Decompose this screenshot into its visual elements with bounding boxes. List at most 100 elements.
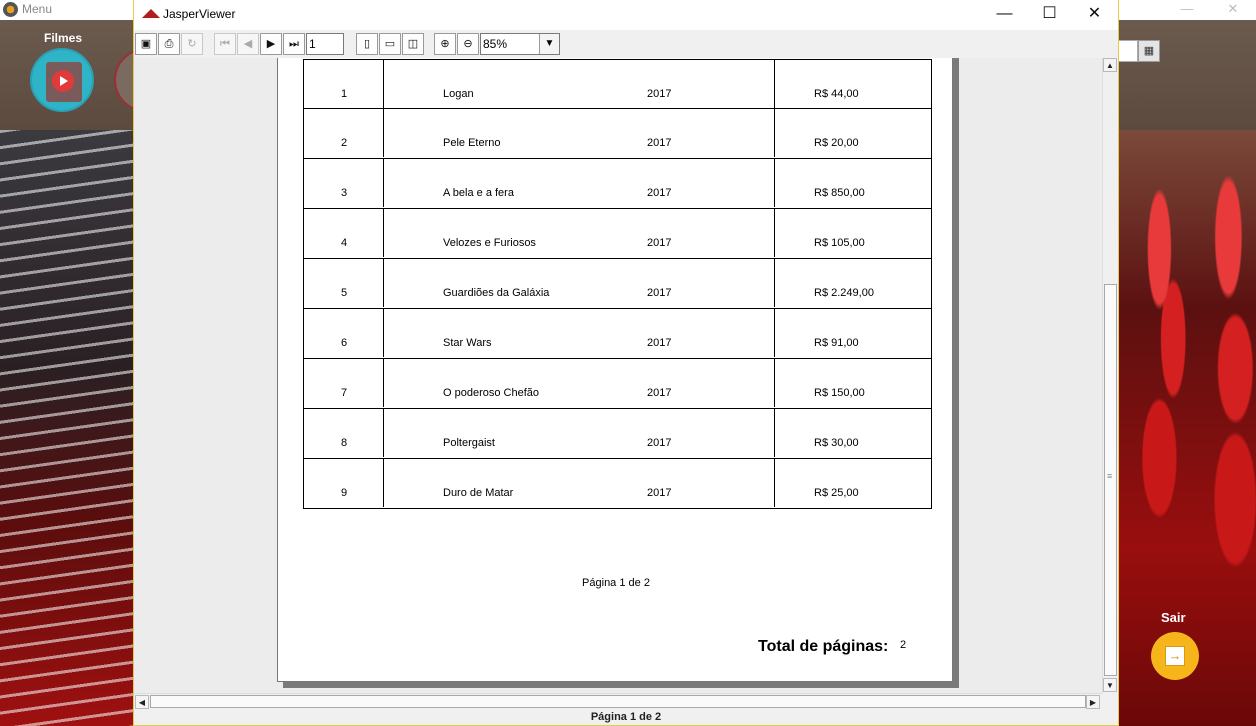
- column-divider: [383, 109, 384, 157]
- column-divider: [383, 359, 384, 407]
- jasperviewer-titlebar: JasperViewer — ☐ ✕: [134, 0, 1118, 30]
- column-divider: [774, 309, 775, 357]
- cell-number: 3: [341, 187, 348, 199]
- exit-arrow-icon: →: [1165, 646, 1185, 666]
- print-icon[interactable]: ⎙: [158, 33, 180, 55]
- minimize-button[interactable]: —: [982, 0, 1027, 30]
- save-icon[interactable]: ▣: [135, 33, 157, 55]
- table-row: 7 O poderoso Chefão 2017 R$ 150,00: [303, 359, 932, 409]
- table-row: 4 Velozes e Furiosos 2017 R$ 105,00: [303, 209, 932, 259]
- table-row: 3 A bela e a fera 2017 R$ 850,00: [303, 159, 932, 209]
- zoom-value: 85%: [483, 37, 508, 51]
- zoom-select[interactable]: 85% ▼: [480, 33, 560, 55]
- table-row: 1 Logan 2017 R$ 44,00: [303, 59, 932, 109]
- window-title: JasperViewer: [163, 7, 236, 21]
- table-row: 5 Guardiões da Galáxia 2017 R$ 2.249,00: [303, 259, 932, 309]
- cell-number: 5: [341, 287, 348, 299]
- column-divider: [774, 459, 775, 507]
- cell-year: 2017: [647, 437, 672, 449]
- cell-number: 9: [341, 487, 348, 499]
- sair-label: Sair: [1161, 610, 1186, 625]
- cell-price: R$ 44,00: [814, 88, 859, 100]
- scroll-left-icon[interactable]: ◀: [135, 695, 149, 709]
- cell-year: 2017: [647, 387, 672, 399]
- movies-table: 1 Logan 2017 R$ 44,00 2 Pele Eterno 2017 R$ 20,…: [303, 59, 932, 509]
- column-divider: [383, 459, 384, 507]
- previous-page-icon[interactable]: ◀: [237, 33, 259, 55]
- horizontal-scrollbar[interactable]: ◀ ▶: [134, 693, 1102, 709]
- column-divider: [774, 409, 775, 457]
- column-divider: [774, 359, 775, 407]
- minimize-icon[interactable]: —: [1164, 0, 1210, 20]
- actual-size-icon[interactable]: ▯: [356, 33, 378, 55]
- cell-title: Duro de Matar: [443, 487, 514, 499]
- column-divider: [383, 60, 384, 108]
- cinema-seats-background-left: [0, 130, 134, 726]
- vertical-scroll-thumb[interactable]: [1104, 284, 1117, 676]
- close-icon[interactable]: ✕: [1210, 0, 1256, 20]
- cell-title: A bela e a fera: [443, 187, 514, 199]
- cell-title: Guardiões da Galáxia: [443, 287, 550, 299]
- cell-price: R$ 2.249,00: [814, 287, 874, 299]
- page-number-input[interactable]: [306, 33, 344, 55]
- report-viewport[interactable]: 1 Logan 2017 R$ 44,00 2 Pele Eterno 2017 R$ 20,…: [134, 58, 1102, 693]
- chevron-down-icon[interactable]: ▼: [539, 34, 559, 54]
- first-page-icon[interactable]: ⏮: [214, 33, 236, 55]
- cell-year: 2017: [647, 187, 672, 199]
- cell-price: R$ 150,00: [814, 387, 865, 399]
- cell-title: Star Wars: [443, 337, 492, 349]
- report-page: 1 Logan 2017 R$ 44,00 2 Pele Eterno 2017 R$ 20,…: [277, 58, 953, 682]
- table-row: 6 Star Wars 2017 R$ 91,00: [303, 309, 932, 359]
- fit-width-icon[interactable]: ◫: [402, 33, 424, 55]
- cell-year: 2017: [647, 287, 672, 299]
- reload-icon[interactable]: ↻: [181, 33, 203, 55]
- fit-page-icon[interactable]: ▭: [379, 33, 401, 55]
- cell-year: 2017: [647, 237, 672, 249]
- status-bar: Página 1 de 2: [590, 711, 662, 723]
- table-row: 2 Pele Eterno 2017 R$ 20,00: [303, 109, 932, 159]
- table-row: 9 Duro de Matar 2017 R$ 25,00: [303, 459, 932, 509]
- cell-year: 2017: [647, 337, 672, 349]
- column-divider: [383, 159, 384, 207]
- column-divider: [774, 159, 775, 207]
- column-divider: [774, 259, 775, 307]
- cell-title: Pele Eterno: [443, 137, 501, 149]
- viewer-toolbar: ▣ ⎙ ↻ ⏮ ◀ ▶ ⏭ ▯ ▭ ◫ ⊕ ⊖ 85% ▼: [134, 30, 1118, 58]
- zoom-in-icon[interactable]: ⊕: [434, 33, 456, 55]
- column-divider: [383, 209, 384, 257]
- total-pages-value: 2: [900, 639, 907, 651]
- table-row: 8 Poltergaist 2017 R$ 30,00: [303, 409, 932, 459]
- close-button[interactable]: ✕: [1072, 0, 1117, 30]
- date-field[interactable]: [1118, 40, 1138, 62]
- calendar-icon[interactable]: ▦: [1138, 40, 1160, 62]
- zoom-out-icon[interactable]: ⊖: [457, 33, 479, 55]
- page-footer: Página 1 de 2: [582, 577, 650, 589]
- horizontal-scroll-thumb[interactable]: [150, 695, 1086, 708]
- next-page-icon[interactable]: ▶: [260, 33, 282, 55]
- cell-price: R$ 30,00: [814, 437, 859, 449]
- cell-price: R$ 105,00: [814, 237, 865, 249]
- column-divider: [383, 309, 384, 357]
- total-pages-label: Total de páginas:: [758, 638, 889, 655]
- sair-button[interactable]: →: [1151, 632, 1199, 680]
- menu-app-icon: [3, 2, 18, 17]
- cell-title: Velozes e Furiosos: [443, 237, 536, 249]
- cell-title: Logan: [443, 88, 474, 100]
- column-divider: [774, 60, 775, 108]
- cell-price: R$ 20,00: [814, 137, 859, 149]
- cell-number: 1: [341, 88, 348, 100]
- scroll-right-icon[interactable]: ▶: [1086, 695, 1100, 709]
- column-divider: [774, 109, 775, 157]
- vertical-scrollbar[interactable]: ▲ ▼: [1102, 58, 1118, 693]
- scroll-up-icon[interactable]: ▲: [1103, 58, 1117, 72]
- cell-title: Poltergaist: [443, 437, 495, 449]
- maximize-button[interactable]: ☐: [1027, 0, 1072, 30]
- jasper-logo-icon: [142, 9, 160, 18]
- scroll-down-icon[interactable]: ▼: [1103, 678, 1117, 692]
- cell-year: 2017: [647, 487, 672, 499]
- column-divider: [383, 259, 384, 307]
- filmes-button[interactable]: [30, 48, 94, 112]
- last-page-icon[interactable]: ⏭: [283, 33, 305, 55]
- cell-number: 6: [341, 337, 348, 349]
- cell-title: O poderoso Chefão: [443, 387, 540, 399]
